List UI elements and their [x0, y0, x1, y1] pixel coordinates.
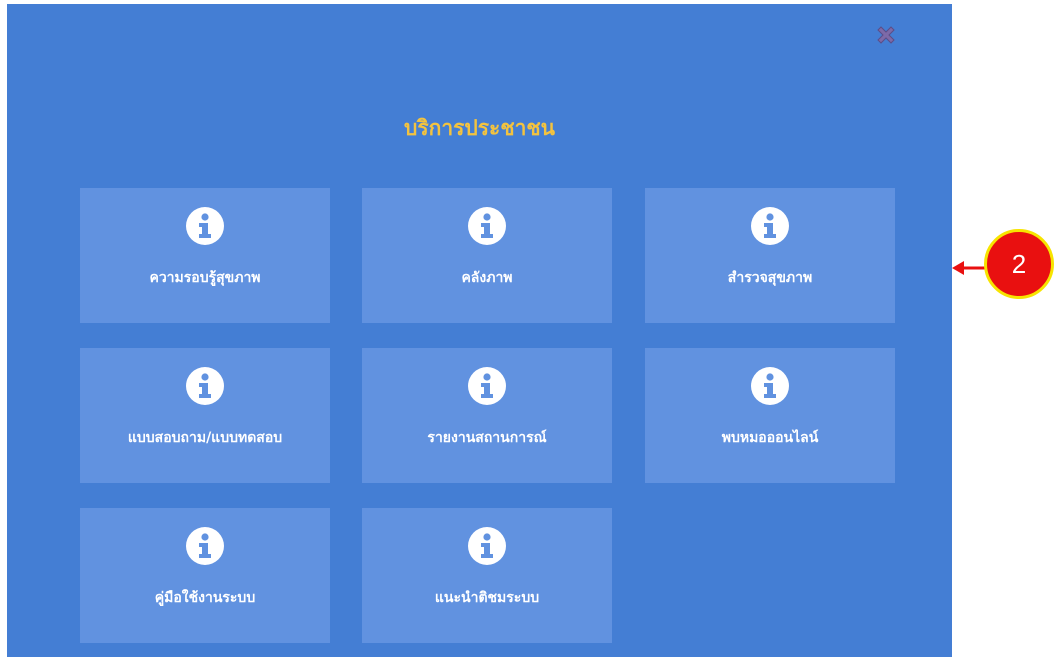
info-icon: [468, 367, 506, 405]
callout-badge: 2: [984, 229, 1054, 299]
tile-health-survey[interactable]: สำรวจสุขภาพ: [645, 188, 895, 323]
tile-label: แบบสอบถาม/แบบทดสอบ: [127, 430, 283, 446]
tile-user-manual[interactable]: คู่มือใช้งานระบบ: [80, 508, 330, 643]
info-icon: [468, 527, 506, 565]
tile-label: สำรวจสุขภาพ: [727, 270, 813, 286]
info-icon: [186, 367, 224, 405]
info-icon: [186, 207, 224, 245]
tile-feedback[interactable]: แนะนำติชมระบบ: [362, 508, 612, 643]
tile-label: ความรอบรู้สุขภาพ: [149, 270, 261, 286]
tile-label: พบหมอออนไลน์: [721, 430, 819, 446]
tile-doctor-online[interactable]: พบหมอออนไลน์: [645, 348, 895, 483]
info-icon: [751, 367, 789, 405]
public-services-dialog: บริการประชาชน ความรอบรู้สุขภาพ คลังภาพ ส…: [7, 4, 952, 657]
tile-label: แนะนำติชมระบบ: [434, 590, 540, 606]
info-icon: [468, 207, 506, 245]
close-icon[interactable]: [875, 24, 897, 46]
tile-image-gallery[interactable]: คลังภาพ: [362, 188, 612, 323]
tile-questionnaire[interactable]: แบบสอบถาม/แบบทดสอบ: [80, 348, 330, 483]
dialog-title: บริการประชาชน: [404, 116, 555, 140]
tile-health-literacy[interactable]: ความรอบรู้สุขภาพ: [80, 188, 330, 323]
info-icon: [186, 527, 224, 565]
tile-label: คู่มือใช้งานระบบ: [154, 590, 256, 606]
tile-situation-report[interactable]: รายงานสถานการณ์: [362, 348, 612, 483]
tile-label: รายงานสถานการณ์: [427, 430, 547, 446]
tile-label: คลังภาพ: [461, 270, 513, 286]
info-icon: [751, 207, 789, 245]
